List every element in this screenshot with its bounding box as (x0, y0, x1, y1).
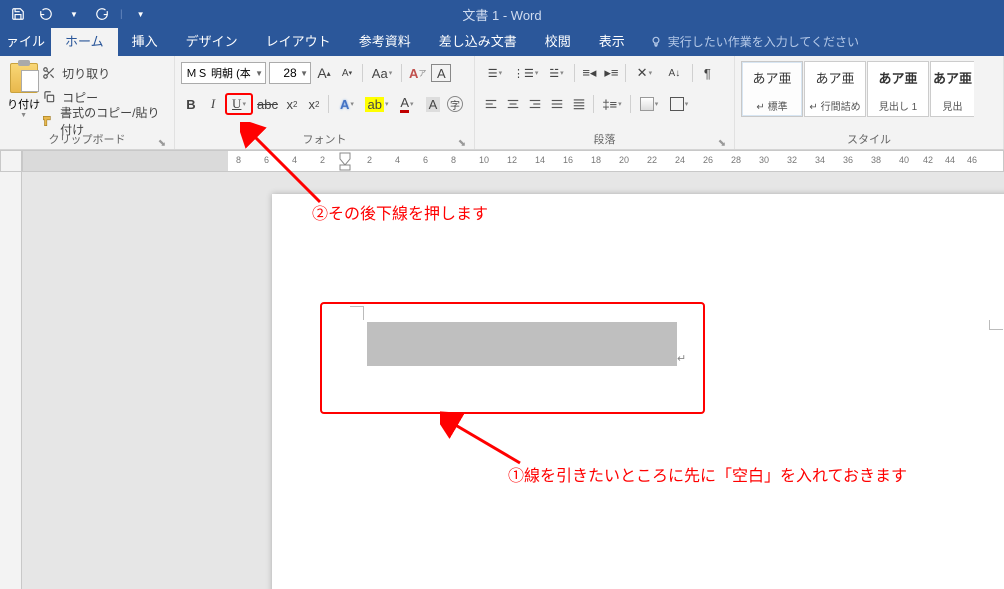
paragraph-group-label: 段落 ⬊ (481, 131, 728, 149)
qat-divider: | (120, 9, 123, 20)
paragraph-group: ☰▾ ⋮☰▾ ☱▾ ≡◂ ▸≡ ✕▾ A↓ ¶ (475, 56, 735, 149)
copy-icon (41, 89, 57, 105)
lightbulb-icon (649, 35, 663, 49)
superscript-button[interactable]: x2 (304, 93, 324, 115)
brush-icon (41, 113, 55, 129)
style-heading1[interactable]: あア亜 見出し 1 (867, 61, 929, 117)
align-right-button[interactable] (525, 93, 545, 115)
horizontal-ruler[interactable]: 8 6 4 2 2 4 6 8 10 12 14 16 18 20 22 24 … (22, 150, 1004, 172)
paragraph-mark-icon: ↵ (677, 352, 686, 365)
tell-me-label: 実行したい作業を入力してください (668, 33, 859, 50)
bullets-button[interactable]: ☰▾ (481, 62, 509, 84)
tell-me-search[interactable]: 実行したい作業を入力してください (649, 33, 859, 56)
annotation-arrow-1 (440, 408, 530, 478)
char-shading-button[interactable]: A (423, 93, 443, 115)
qat-customize-icon[interactable]: ▼ (131, 4, 151, 24)
sort-button[interactable]: A↓ (660, 62, 688, 84)
save-icon[interactable] (8, 4, 28, 24)
document-title: 文書 1 - Word (462, 5, 541, 24)
tab-insert[interactable]: 挿入 (118, 25, 172, 56)
paste-button[interactable]: り付け ▼ (6, 59, 41, 131)
margin-corner-tl (350, 306, 364, 320)
redo-icon[interactable] (92, 4, 112, 24)
tab-references[interactable]: 参考資料 (345, 25, 425, 56)
selected-blank-text[interactable] (367, 322, 677, 366)
shading-button[interactable]: ▾ (635, 93, 663, 115)
font-name-value: ＭＳ 明朝 (本 (186, 65, 251, 81)
page[interactable]: ↵ (272, 194, 1004, 589)
increase-indent-button[interactable]: ▸≡ (601, 62, 621, 84)
justify-button[interactable] (547, 93, 567, 115)
annotation-arrow-2 (240, 122, 330, 212)
clipboard-group: り付け ▼ 切り取り コピー (0, 56, 175, 149)
cut-button[interactable]: 切り取り (41, 63, 168, 83)
italic-button[interactable]: I (203, 93, 223, 115)
clipboard-group-label: クリップボード ⬊ (6, 131, 168, 149)
tab-layout[interactable]: レイアウト (252, 25, 345, 56)
quick-access-toolbar: ▼ | ▼ (0, 4, 151, 24)
line-spacing-button[interactable]: ‡≡▾ (598, 93, 626, 115)
paste-icon (10, 63, 38, 93)
font-launcher-icon[interactable]: ⬊ (456, 135, 468, 147)
phonetic-guide-button[interactable]: Aア (407, 62, 428, 84)
paragraph-launcher-icon[interactable]: ⬊ (716, 135, 728, 147)
tab-home[interactable]: ホーム (51, 25, 118, 56)
clipboard-launcher-icon[interactable]: ⬊ (156, 135, 168, 147)
format-painter-button[interactable]: 書式のコピー/貼り付け (41, 111, 168, 131)
subscript-button[interactable]: x2 (282, 93, 302, 115)
align-left-button[interactable] (481, 93, 501, 115)
font-color-button[interactable]: A▾ (393, 93, 421, 115)
grow-font-button[interactable]: A▴ (314, 62, 334, 84)
style-normal[interactable]: あア亜 ↵ 標準 (741, 61, 803, 117)
highlight-button[interactable]: ab▾ (363, 93, 391, 115)
distribute-button[interactable] (569, 93, 589, 115)
ruler-corner[interactable] (0, 150, 22, 172)
underline-button[interactable]: U▾ (225, 93, 253, 115)
align-center-button[interactable] (503, 93, 523, 115)
tab-review[interactable]: 校閲 (531, 25, 585, 56)
annotation-text-2: ②その後下線を押します (312, 200, 488, 224)
ribbon-tabs: ァイル ホーム 挿入 デザイン レイアウト 参考資料 差し込み文書 校閲 表示 … (0, 28, 1004, 56)
tab-file[interactable]: ァイル (0, 25, 51, 56)
tab-mailings[interactable]: 差し込み文書 (425, 25, 531, 56)
cut-label: 切り取り (62, 65, 110, 82)
scissors-icon (41, 65, 57, 81)
left-pane (0, 172, 22, 589)
margin-corner-tr (989, 320, 1003, 330)
styles-group: あア亜 ↵ 標準 あア亜 ↵ 行間詰め あア亜 見出し 1 あア亜 見出 スタイ… (735, 56, 1004, 149)
decrease-indent-button[interactable]: ≡◂ (579, 62, 599, 84)
paste-label: り付け (7, 96, 40, 112)
undo-dropdown-icon[interactable]: ▼ (64, 4, 84, 24)
shrink-font-button[interactable]: A▾ (337, 62, 357, 84)
multilevel-list-button[interactable]: ☱▾ (542, 62, 570, 84)
change-case-button[interactable]: Aa▾ (368, 62, 396, 84)
tab-view[interactable]: 表示 (585, 25, 639, 56)
char-border-button[interactable]: A (431, 64, 451, 82)
style-no-spacing[interactable]: あア亜 ↵ 行間詰め (804, 61, 866, 117)
text-effects-button[interactable]: A▾ (333, 93, 361, 115)
numbering-button[interactable]: ⋮☰▾ (511, 62, 540, 84)
ruler-area: 8 6 4 2 2 4 6 8 10 12 14 16 18 20 22 24 … (0, 150, 1004, 172)
annotation-text-1: ①線を引きたいところに先に「空白」を入れておきます (508, 462, 907, 486)
styles-group-label: スタイル (741, 131, 997, 149)
text-direction-button[interactable]: ✕▾ (630, 62, 658, 84)
document-area: ↵ (0, 172, 1004, 589)
ribbon: り付け ▼ 切り取り コピー (0, 56, 1004, 150)
title-bar: ▼ | ▼ 文書 1 - Word (0, 0, 1004, 28)
enclose-char-button[interactable]: 字 (445, 93, 465, 115)
font-name-input[interactable]: ＭＳ 明朝 (本▼ (181, 62, 266, 84)
show-marks-button[interactable]: ¶ (697, 62, 717, 84)
bold-button[interactable]: B (181, 93, 201, 115)
borders-button[interactable]: ▾ (665, 93, 693, 115)
font-size-value: 28 (283, 66, 296, 80)
tab-design[interactable]: デザイン (172, 25, 252, 56)
font-size-input[interactable]: 28▼ (269, 62, 311, 84)
copy-label: コピー (62, 89, 98, 106)
document-scroll[interactable]: ↵ (22, 172, 1004, 589)
style-heading2[interactable]: あア亜 見出 (930, 61, 974, 117)
strikethrough-button[interactable]: abc (255, 93, 280, 115)
undo-icon[interactable] (36, 4, 56, 24)
